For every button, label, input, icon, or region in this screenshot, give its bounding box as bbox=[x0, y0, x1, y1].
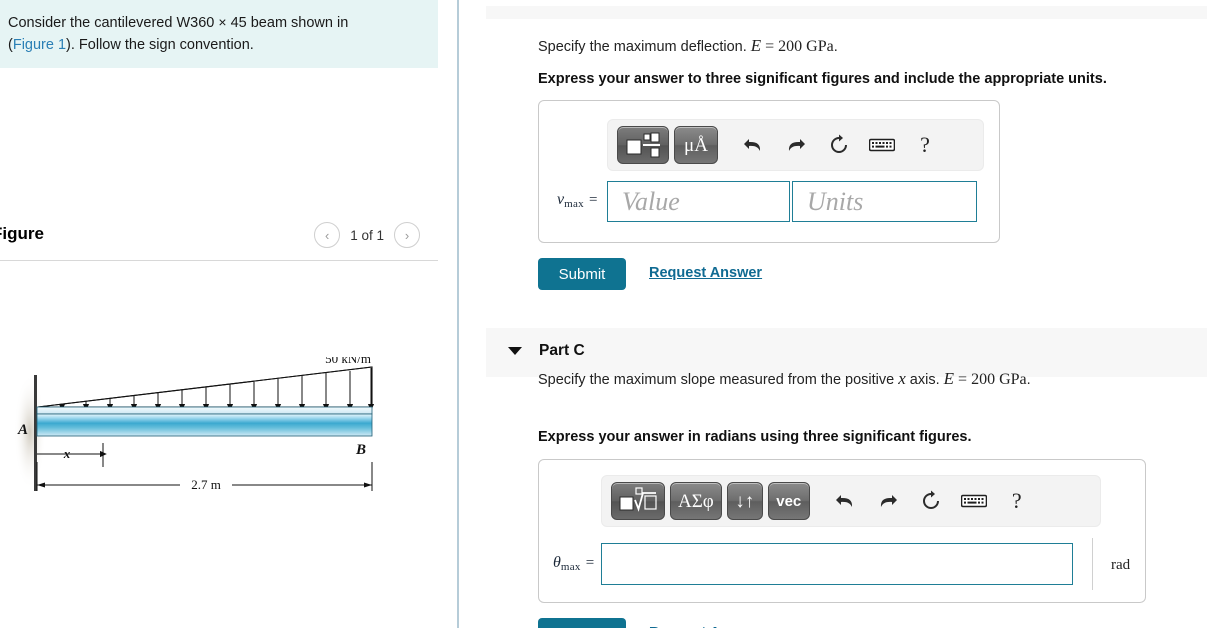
redo-arrow-glyph bbox=[880, 495, 897, 507]
keyboard-icon[interactable] bbox=[863, 126, 901, 164]
undo-icon[interactable] bbox=[826, 482, 864, 520]
figure-next-button[interactable]: › bbox=[394, 222, 420, 248]
undo-arrow-glyph bbox=[744, 139, 761, 151]
sqrt-template-icon bbox=[619, 487, 657, 512]
figure-divider bbox=[0, 260, 438, 261]
unit-divider bbox=[1092, 538, 1093, 590]
units-button-label: μÅ bbox=[684, 134, 708, 156]
figure-prev-button[interactable]: ‹ bbox=[314, 222, 341, 248]
part-b-request-answer-link[interactable]: Request Answer bbox=[649, 265, 762, 281]
figure-header: Figure ‹ 1 of 1 › bbox=[0, 222, 438, 262]
keyboard-glyph bbox=[960, 494, 987, 508]
panel-divider bbox=[457, 0, 459, 628]
figure-body: A B 50 kN/m x 2.7 m bbox=[0, 262, 438, 628]
help-icon[interactable]: ? bbox=[906, 126, 944, 164]
figure-panel-title: Figure bbox=[0, 224, 44, 243]
part-b-E-value: = 200 GPa bbox=[761, 38, 834, 55]
part-b-prompt-text: Specify the maximum deflection. bbox=[538, 39, 751, 55]
units-button[interactable]: μÅ bbox=[674, 126, 718, 164]
part-b-units-placeholder: Units bbox=[807, 186, 864, 216]
part-b-variable-sub: max bbox=[564, 198, 584, 210]
part-c-equals: = bbox=[585, 555, 595, 571]
part-c-variable-sub: max bbox=[560, 561, 581, 573]
arrows-label: ↓↑ bbox=[735, 490, 755, 512]
problem-text-part2: 45 beam shown in bbox=[226, 15, 349, 31]
part-b-submit-button[interactable]: Submit bbox=[538, 258, 626, 290]
part-c-E-symbol: E bbox=[943, 369, 955, 388]
part-c-prompt-text-1: Specify the maximum slope measured from … bbox=[538, 372, 899, 388]
page-root: Consider the cantilevered W360 × 45 beam… bbox=[0, 0, 1207, 628]
problem-text-part3: ). Follow the sign convention. bbox=[66, 37, 254, 54]
arrows-button[interactable]: ↓↑ bbox=[726, 482, 763, 520]
part-c-prompt-text-2: axis. bbox=[905, 372, 944, 388]
reset-icon[interactable] bbox=[912, 482, 950, 520]
part-c-instruction: Express your answer in radians using thr… bbox=[538, 429, 972, 445]
figure-pager: ‹ 1 of 1 › bbox=[314, 222, 420, 248]
part-c-toolbar: ΑΣφ ↓↑ vec ? bbox=[601, 475, 1101, 527]
part-b-variable-label: vmax = bbox=[557, 191, 597, 210]
part-c-submit-button[interactable]: Submit bbox=[538, 618, 626, 628]
vector-button[interactable]: vec bbox=[767, 482, 810, 520]
part-c-answer-box: ΑΣφ ↓↑ vec ? θmax = rad bbox=[538, 459, 1146, 603]
redo-arrow-glyph bbox=[788, 139, 805, 151]
part-c-answer-input[interactable] bbox=[601, 543, 1073, 585]
label-load-magnitude: 50 kN/m bbox=[325, 357, 371, 366]
part-c-unit-label: rad bbox=[1111, 557, 1131, 573]
part-c-x-symbol: x bbox=[898, 369, 906, 388]
problem-statement: Consider the cantilevered W360 × 45 beam… bbox=[0, 0, 438, 68]
undo-icon[interactable] bbox=[734, 126, 772, 164]
reset-circle-glyph bbox=[831, 134, 847, 153]
part-b-value-input[interactable]: Value bbox=[607, 181, 790, 222]
part-c-prompt: Specify the maximum slope measured from … bbox=[538, 369, 1031, 389]
label-point-b: B bbox=[355, 442, 366, 458]
redo-icon[interactable] bbox=[869, 482, 907, 520]
label-span-dimension: 2.7 m bbox=[191, 477, 221, 492]
part-b-equals: = bbox=[588, 192, 598, 208]
chevron-down-icon[interactable] bbox=[508, 347, 522, 355]
part-c-E-value: = 200 GPa bbox=[954, 371, 1027, 388]
redo-icon[interactable] bbox=[777, 126, 815, 164]
undo-arrow-glyph bbox=[835, 495, 852, 507]
part-b-instruction: Express your answer to three significant… bbox=[538, 71, 1107, 87]
part-c-prompt-period: . bbox=[1026, 372, 1031, 388]
help-icon[interactable]: ? bbox=[998, 482, 1036, 520]
figure-counter: 1 of 1 bbox=[350, 227, 384, 243]
cantilever-beam-diagram: A B 50 kN/m x 2.7 m bbox=[14, 357, 375, 493]
part-c-header[interactable]: Part C bbox=[508, 342, 585, 360]
times-symbol: × bbox=[218, 14, 227, 30]
figure-panel: Consider the cantilevered W360 × 45 beam… bbox=[0, 0, 458, 628]
part-b-units-input[interactable]: Units bbox=[792, 181, 977, 222]
problem-text-part1: Consider the cantilevered W360 bbox=[8, 15, 219, 31]
sqrt-template-button[interactable] bbox=[611, 482, 665, 520]
figure-1-link[interactable]: Figure 1 bbox=[13, 37, 66, 53]
part-b-E-symbol: E bbox=[750, 36, 762, 55]
part-b-prompt: Specify the maximum deflection. E = 200 … bbox=[538, 36, 838, 56]
label-point-a: A bbox=[17, 422, 28, 438]
keyboard-glyph bbox=[869, 138, 895, 152]
greek-symbols-label: ΑΣφ bbox=[678, 490, 714, 512]
answer-panel: Specify the maximum deflection. E = 200 … bbox=[486, 0, 1207, 628]
part-b-value-placeholder: Value bbox=[622, 186, 680, 216]
part-b-prompt-period: . bbox=[833, 39, 838, 55]
reset-icon[interactable] bbox=[820, 126, 858, 164]
reset-circle-glyph bbox=[922, 490, 939, 509]
vector-label: vec bbox=[776, 492, 802, 510]
greek-symbols-button[interactable]: ΑΣφ bbox=[670, 482, 722, 520]
label-x-dimension: x bbox=[63, 446, 71, 461]
part-b-toolbar: μÅ ? bbox=[607, 119, 984, 171]
keyboard-icon[interactable] bbox=[955, 482, 993, 520]
part-b-answer-box: μÅ ? vmax = Value Units bbox=[538, 100, 1000, 243]
template-box-icon bbox=[626, 132, 660, 158]
part-c-variable: θ bbox=[553, 554, 561, 571]
template-box-button[interactable] bbox=[617, 126, 669, 164]
part-c-variable-label: θmax = bbox=[553, 554, 594, 573]
previous-part-band bbox=[486, 6, 1207, 19]
part-c-label: Part C bbox=[539, 342, 585, 359]
